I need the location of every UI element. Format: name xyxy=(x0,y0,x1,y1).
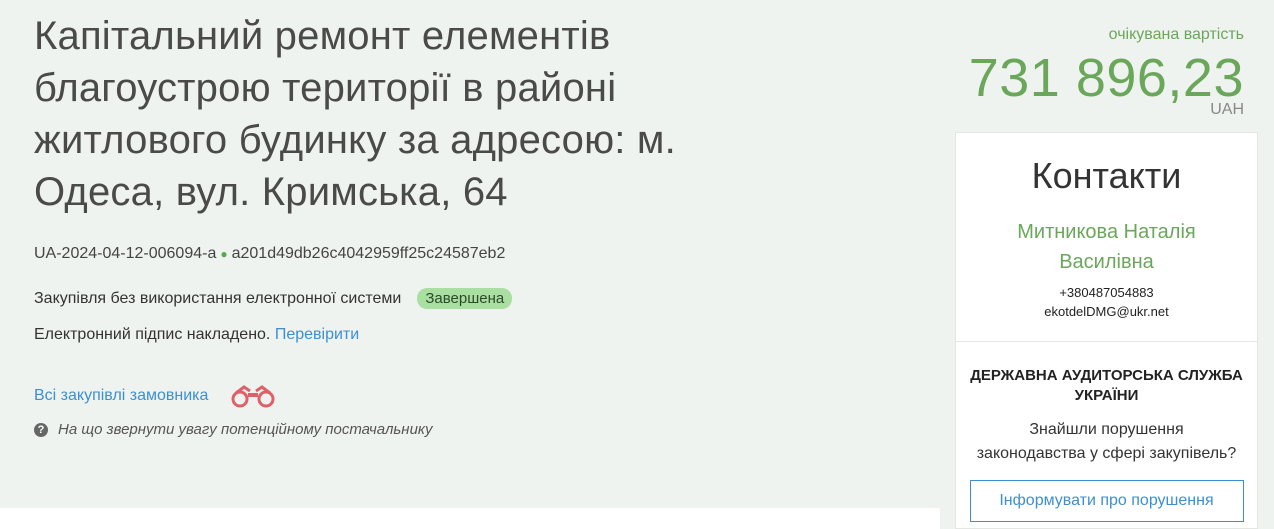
audit-service-title: ДЕРЖАВНА АУДИТОРСЬКА СЛУЖБА УКРАЇНИ xyxy=(970,367,1243,404)
signature-text: Електронний підпис накладено. xyxy=(34,326,271,343)
tender-title: Капітальний ремонт елементів благоустрою… xyxy=(34,14,676,214)
tender-identifiers: UA-2024-04-12-006094-a ● a201d49db26c40429… xyxy=(34,245,505,263)
status-badge: Завершена xyxy=(417,288,513,309)
supplier-hint-text: На що звернути увагу потенційному постач… xyxy=(58,421,433,438)
contact-email: ekotdelDMG@ukr.net xyxy=(1044,304,1169,319)
tender-hash: a201d49db26c4042959ff25c24587eb2 xyxy=(231,245,506,262)
content-divider xyxy=(0,508,940,529)
expected-cost-label: очікувана вартість xyxy=(1108,26,1244,43)
contact-name: Митникова Наталія Василівна xyxy=(1017,221,1196,273)
contacts-card: Контакти Митникова Наталія Василівна +38… xyxy=(955,132,1258,342)
contact-phone: +380487054883 xyxy=(1059,285,1154,300)
separator-dot-icon: ● xyxy=(220,247,228,261)
procurement-method: Закупівля без використання електронної с… xyxy=(34,289,402,307)
binoculars-icon[interactable] xyxy=(230,383,276,409)
report-violation-button[interactable]: Інформувати про порушення xyxy=(969,480,1244,522)
question-icon: ? xyxy=(34,422,48,437)
procurement-method-row: Закупівля без використання електронної с… xyxy=(34,288,513,309)
tender-id: UA-2024-04-12-006094-a xyxy=(34,245,217,262)
contacts-heading: Контакти xyxy=(1031,155,1182,196)
signature-row: Електронний підпис накладено. Перевірити xyxy=(34,326,359,344)
cost-currency: UAH xyxy=(1210,101,1244,118)
all-procurements-link[interactable]: Всі закупівлі замовника xyxy=(34,387,208,405)
all-procurements-row: Всі закупівлі замовника xyxy=(34,383,276,409)
expected-cost-value: 731 896,23 xyxy=(968,48,1244,108)
verify-signature-link[interactable]: Перевірити xyxy=(275,326,359,343)
audit-service-card: ДЕРЖАВНА АУДИТОРСЬКА СЛУЖБА УКРАЇНИ Знай… xyxy=(955,342,1258,529)
supplier-hint[interactable]: ? На що звернути увагу потенційному пост… xyxy=(34,421,433,438)
audit-service-text: Знайшли порушення законодавства у сфері … xyxy=(976,421,1237,462)
